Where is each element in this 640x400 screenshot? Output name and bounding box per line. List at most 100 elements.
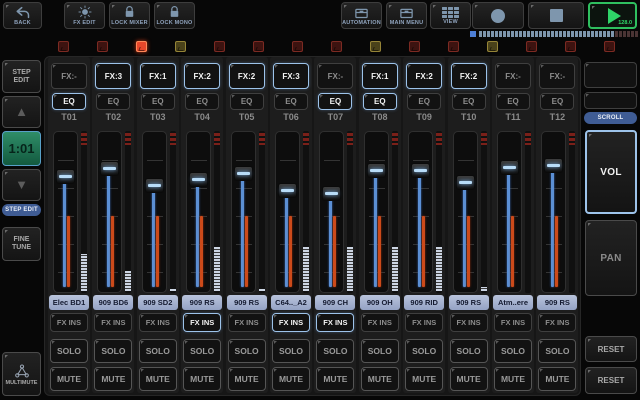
fx-edit-button[interactable]: FX EDIT bbox=[64, 2, 105, 29]
fader-handle[interactable] bbox=[56, 169, 75, 184]
fx-select-button[interactable]: FX:2 bbox=[229, 63, 265, 89]
track-pad-indicator[interactable] bbox=[409, 41, 420, 52]
reset-bottom-button[interactable]: RESET bbox=[585, 367, 637, 394]
track-pad-indicator[interactable] bbox=[58, 41, 69, 52]
volume-fader[interactable] bbox=[186, 131, 211, 293]
solo-button[interactable]: SOLO bbox=[272, 339, 310, 363]
track-pad-indicator[interactable] bbox=[214, 41, 225, 52]
solo-button[interactable]: SOLO bbox=[139, 339, 177, 363]
solo-button[interactable]: SOLO bbox=[183, 339, 221, 363]
solo-button[interactable]: SOLO bbox=[228, 339, 266, 363]
sample-name-badge[interactable]: Elec BD1 bbox=[49, 295, 89, 310]
step-up-button[interactable]: ▲ bbox=[2, 96, 41, 128]
eq-button[interactable]: EQ bbox=[274, 93, 308, 110]
volume-fader[interactable] bbox=[364, 131, 389, 293]
solo-button[interactable]: SOLO bbox=[405, 339, 443, 363]
sample-name-badge[interactable]: Atm..ere bbox=[493, 295, 533, 310]
eq-button[interactable]: EQ bbox=[407, 93, 441, 110]
track-pad-indicator[interactable] bbox=[487, 41, 498, 52]
mute-button[interactable]: MUTE bbox=[405, 367, 443, 391]
volume-fader[interactable] bbox=[97, 131, 122, 293]
step-edit-button[interactable]: STEP EDIT bbox=[2, 60, 41, 93]
scroll-area-bottom-button[interactable] bbox=[584, 92, 637, 109]
sample-name-badge[interactable]: 909 BD6 bbox=[93, 295, 133, 310]
view-button[interactable]: VIEW bbox=[430, 2, 471, 29]
track-pad-indicator[interactable] bbox=[136, 41, 147, 52]
fader-handle[interactable] bbox=[500, 160, 519, 175]
track-pad-indicator[interactable] bbox=[448, 41, 459, 52]
mute-button[interactable]: MUTE bbox=[450, 367, 488, 391]
mute-button[interactable]: MUTE bbox=[538, 367, 576, 391]
fader-handle[interactable] bbox=[234, 166, 253, 181]
back-button[interactable]: BACK bbox=[3, 2, 42, 29]
pan-mode-button[interactable]: PAN bbox=[585, 220, 637, 296]
fine-tune-button[interactable]: FINE TUNE bbox=[2, 227, 41, 261]
mute-button[interactable]: MUTE bbox=[272, 367, 310, 391]
mute-button[interactable]: MUTE bbox=[316, 367, 354, 391]
eq-button[interactable]: EQ bbox=[363, 93, 397, 110]
track-pad-indicator[interactable] bbox=[175, 41, 186, 52]
mute-button[interactable]: MUTE bbox=[50, 367, 88, 391]
volume-fader[interactable] bbox=[275, 131, 300, 293]
fx-select-button[interactable]: FX:2 bbox=[451, 63, 487, 89]
fx-select-button[interactable]: FX:- bbox=[51, 63, 87, 89]
solo-button[interactable]: SOLO bbox=[361, 339, 399, 363]
sample-name-badge[interactable]: 909 RID bbox=[404, 295, 444, 310]
step-down-button[interactable]: ▼ bbox=[2, 169, 41, 201]
solo-button[interactable]: SOLO bbox=[450, 339, 488, 363]
sample-name-badge[interactable]: 909 CH bbox=[315, 295, 355, 310]
song-position-bar[interactable] bbox=[470, 31, 639, 37]
track-pad-indicator[interactable] bbox=[292, 41, 303, 52]
record-button[interactable] bbox=[472, 2, 524, 29]
lock-mixer-button[interactable]: LOCK MIXER bbox=[109, 2, 150, 29]
sample-name-badge[interactable]: 909 RS bbox=[227, 295, 267, 310]
track-pad-indicator[interactable] bbox=[604, 41, 615, 52]
fx-select-button[interactable]: FX:3 bbox=[95, 63, 131, 89]
mute-button[interactable]: MUTE bbox=[361, 367, 399, 391]
fx-ins-button[interactable]: FX INS bbox=[316, 313, 354, 332]
scroll-area-top-button[interactable] bbox=[584, 62, 637, 88]
eq-button[interactable]: EQ bbox=[141, 93, 175, 110]
fader-handle[interactable] bbox=[278, 183, 297, 198]
sample-name-badge[interactable]: 909 SD2 bbox=[138, 295, 178, 310]
fader-handle[interactable] bbox=[189, 172, 208, 187]
track-pad-indicator[interactable] bbox=[370, 41, 381, 52]
fx-ins-button[interactable]: FX INS bbox=[272, 313, 310, 332]
stop-button[interactable] bbox=[528, 2, 584, 29]
vol-mode-button[interactable]: VOL bbox=[585, 130, 637, 214]
mute-button[interactable]: MUTE bbox=[139, 367, 177, 391]
volume-fader[interactable] bbox=[453, 131, 478, 293]
eq-button[interactable]: EQ bbox=[96, 93, 130, 110]
eq-button[interactable]: EQ bbox=[540, 93, 574, 110]
fader-handle[interactable] bbox=[145, 178, 164, 193]
track-pad-indicator[interactable] bbox=[331, 41, 342, 52]
fx-select-button[interactable]: FX:1 bbox=[362, 63, 398, 89]
fader-handle[interactable] bbox=[322, 186, 341, 201]
fx-select-button[interactable]: FX:- bbox=[539, 63, 575, 89]
sample-name-badge[interactable]: 909 RS bbox=[449, 295, 489, 310]
sample-name-badge[interactable]: 909 RS bbox=[182, 295, 222, 310]
fx-select-button[interactable]: FX:3 bbox=[273, 63, 309, 89]
fader-handle[interactable] bbox=[456, 175, 475, 190]
multimute-button[interactable]: MULTIMUTE bbox=[2, 352, 41, 396]
volume-fader[interactable] bbox=[541, 131, 566, 293]
fx-ins-button[interactable]: FX INS bbox=[494, 313, 532, 332]
sample-name-badge[interactable]: 909 RS bbox=[537, 295, 577, 310]
solo-button[interactable]: SOLO bbox=[494, 339, 532, 363]
fx-ins-button[interactable]: FX INS bbox=[538, 313, 576, 332]
fx-ins-button[interactable]: FX INS bbox=[228, 313, 266, 332]
eq-button[interactable]: EQ bbox=[496, 93, 530, 110]
automation-button[interactable]: AUTOMATION bbox=[341, 2, 382, 29]
volume-fader[interactable] bbox=[142, 131, 167, 293]
volume-fader[interactable] bbox=[53, 131, 78, 293]
solo-button[interactable]: SOLO bbox=[538, 339, 576, 363]
fader-handle[interactable] bbox=[544, 158, 563, 173]
solo-button[interactable]: SOLO bbox=[316, 339, 354, 363]
solo-button[interactable]: SOLO bbox=[94, 339, 132, 363]
volume-fader[interactable] bbox=[319, 131, 344, 293]
fx-select-button[interactable]: FX:- bbox=[317, 63, 353, 89]
track-pad-indicator[interactable] bbox=[565, 41, 576, 52]
fx-select-button[interactable]: FX:2 bbox=[406, 63, 442, 89]
fx-select-button[interactable]: FX:2 bbox=[184, 63, 220, 89]
fx-select-button[interactable]: FX:1 bbox=[140, 63, 176, 89]
